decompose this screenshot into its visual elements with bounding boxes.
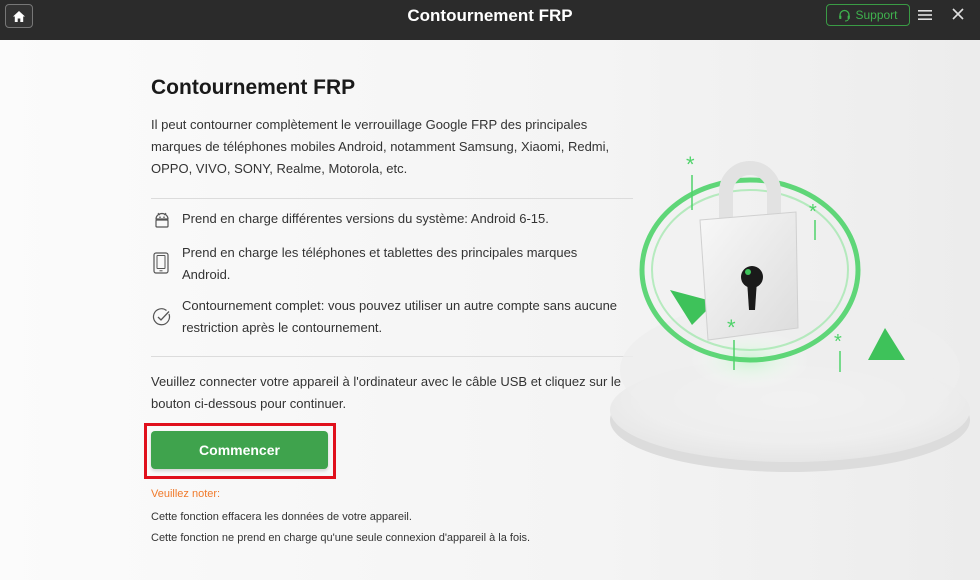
feature-text: Prend en charge différentes versions du … [182,211,549,226]
note-line: Cette fonction ne prend en charge qu'une… [151,532,531,544]
close-icon[interactable] [950,6,966,22]
divider [151,198,633,199]
divider [151,356,633,357]
instruction-text: Veuillez connecter votre appareil à l'or… [151,374,622,411]
feature-text: Contournement complet: vous pouvez utili… [182,298,618,335]
svg-text:*: * [727,315,736,340]
headset-icon [839,9,851,21]
note-line: Cette fonction effacera les données de v… [151,511,412,523]
note-title: Veuillez noter: [151,488,221,500]
menu-icon[interactable] [918,9,932,21]
check-circle-icon [152,308,171,326]
lock-illustration: * * * * [610,152,970,472]
description-text: Il peut contourner complètement le verro… [151,117,610,176]
page-title: Contournement FRP [151,76,356,99]
android-icon [155,212,169,228]
title-bar: Contournement FRP Support [0,0,980,40]
start-button[interactable]: Commencer [151,431,328,469]
support-label: Support [855,8,898,22]
svg-text:*: * [834,331,842,353]
feature-text: Prend en charge les téléphones et tablet… [182,245,578,282]
svg-text:*: * [809,201,817,223]
svg-text:*: * [686,152,695,177]
support-button[interactable]: Support [826,4,910,26]
phone-tablet-icon [153,252,169,274]
